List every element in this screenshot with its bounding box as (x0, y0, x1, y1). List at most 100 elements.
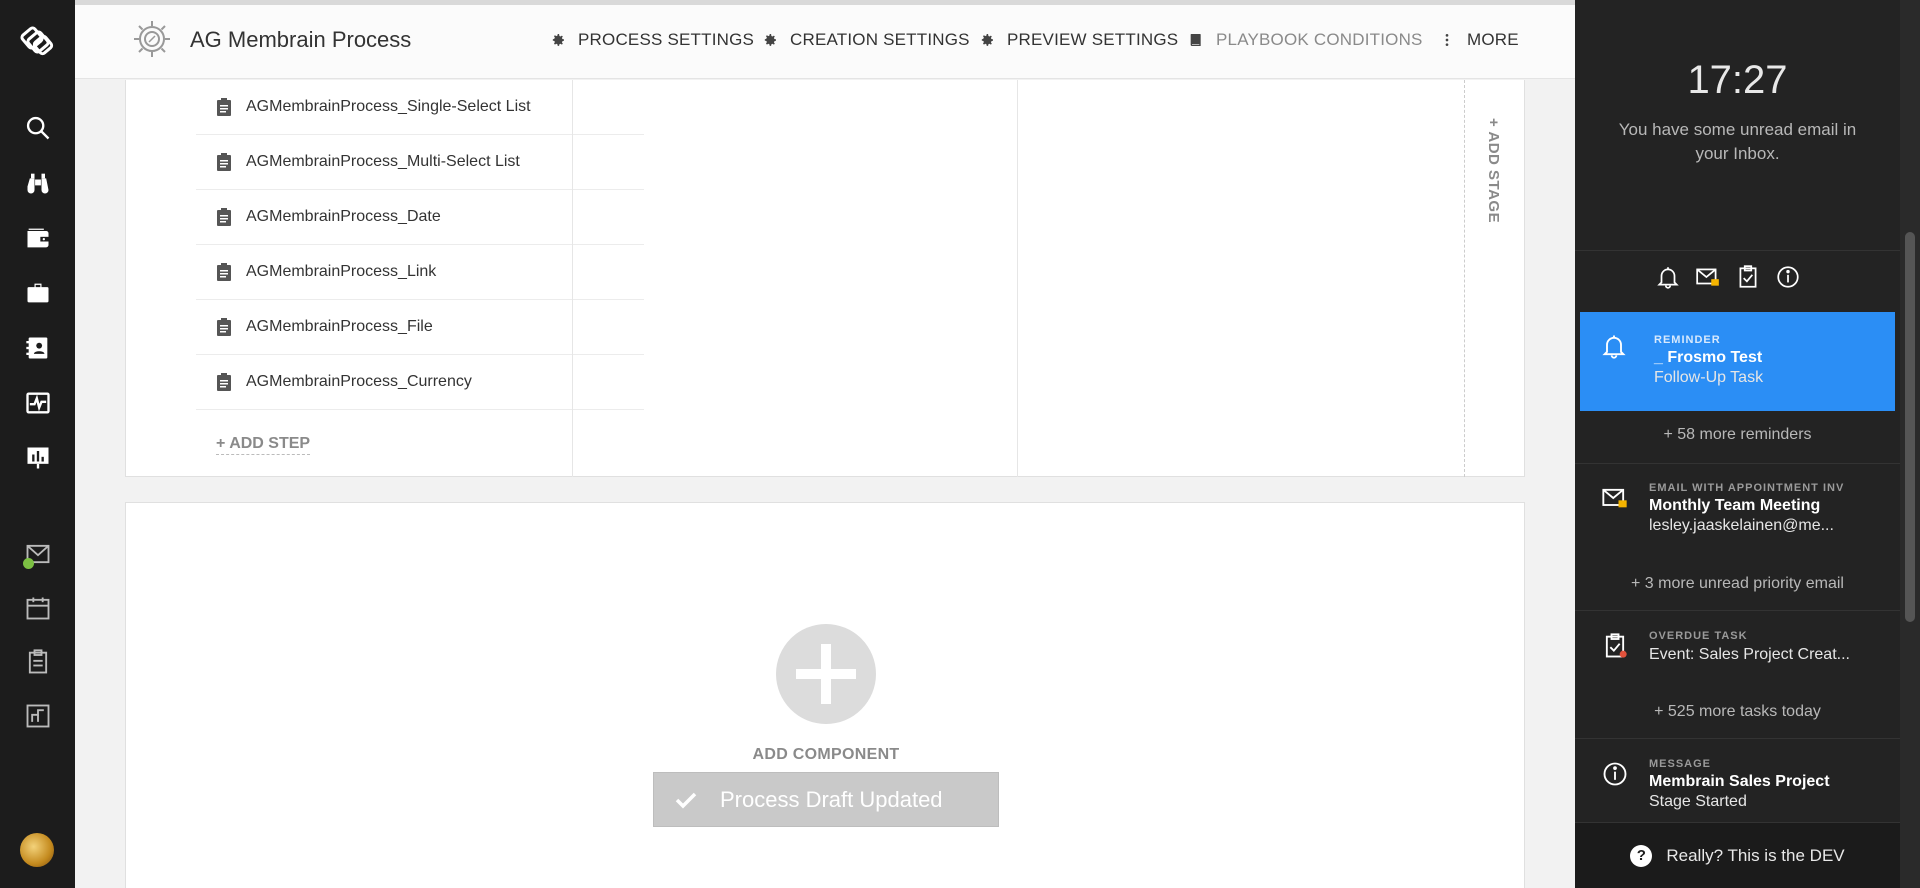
book-icon (1190, 34, 1201, 46)
user-avatar[interactable] (20, 833, 54, 867)
wallet-icon[interactable] (22, 222, 54, 254)
task-notification[interactable]: OVERDUE TASK Event: Sales Project Creat.… (1575, 614, 1900, 704)
more-email-link[interactable]: + 3 more unread priority email (1575, 575, 1900, 593)
process-settings-label: PROCESS SETTINGS (578, 30, 755, 49)
email-notification[interactable]: EMAIL WITH APPOINTMENT INV Monthly Team … (1575, 466, 1900, 556)
clipboard-icon[interactable] (22, 646, 54, 678)
divider (1575, 610, 1900, 611)
task-text: OVERDUE TASK Event: Sales Project Creat.… (1649, 630, 1850, 664)
dashboard-icon[interactable] (22, 700, 54, 732)
playbook-conditions-menu[interactable]: PLAYBOOK CONDITIONS (1188, 30, 1423, 50)
message-text: MESSAGE Membrain Sales Project Stage Sta… (1649, 758, 1830, 811)
left-navigation (0, 0, 75, 888)
reminder-notification[interactable]: REMINDER _ Frosmo Test Follow-Up Task (1580, 312, 1895, 411)
notification-panel: 17:27 You have some unread email in your… (1575, 0, 1920, 888)
task-clipboard-icon[interactable] (1735, 264, 1761, 290)
online-status-dot (23, 558, 34, 569)
divider (1575, 738, 1900, 739)
clipboard-doc-icon (217, 208, 231, 226)
process-stages-board: AGMembrainProcess_Single-Select List AGM… (125, 80, 1525, 477)
preview-settings-label: PREVIEW SETTINGS (1007, 30, 1179, 49)
more-menu[interactable]: MORE (1439, 30, 1519, 50)
step-item[interactable]: AGMembrainProcess_File (196, 300, 644, 355)
toast-message: Process Draft Updated (720, 786, 943, 812)
inbox-message: You have some unread email in your Inbox… (1618, 120, 1857, 163)
step-label: AGMembrainProcess_Multi-Select List (246, 153, 520, 170)
message-title: Membrain Sales Project (1649, 773, 1830, 790)
reminder-type: REMINDER (1654, 334, 1721, 346)
step-item[interactable]: AGMembrainProcess_Link (196, 245, 644, 300)
scrollbar-thumb[interactable] (1905, 232, 1915, 622)
message-type: MESSAGE (1649, 758, 1712, 770)
divider (1575, 250, 1900, 251)
message-notification[interactable]: MESSAGE Membrain Sales Project Stage Sta… (1575, 742, 1900, 832)
task-type: OVERDUE TASK (1649, 630, 1748, 642)
reminder-title: _ Frosmo Test (1654, 349, 1763, 366)
step-item[interactable]: AGMembrainProcess_Single-Select List (196, 80, 644, 135)
priority-mail-icon[interactable] (1695, 264, 1721, 290)
contacts-book-icon[interactable] (22, 332, 54, 364)
playbook-conditions-label: PLAYBOOK CONDITIONS (1216, 30, 1423, 49)
bell-icon[interactable] (1655, 264, 1681, 290)
clipboard-doc-icon (217, 373, 231, 391)
creation-settings-menu[interactable]: CREATION SETTINGS (762, 30, 970, 50)
info-icon[interactable] (1775, 264, 1801, 290)
priority-mail-icon (1601, 484, 1629, 512)
component-area: ADD COMPONENT (125, 502, 1525, 888)
step-item[interactable]: AGMembrainProcess_Currency (196, 355, 644, 410)
step-item[interactable]: AGMembrainProcess_Date (196, 190, 644, 245)
overdue-task-icon (1601, 632, 1629, 660)
step-label: AGMembrainProcess_Date (246, 208, 441, 225)
add-stage-button[interactable]: + ADD STAGE (1464, 80, 1524, 477)
page-title: AG Membrain Process (190, 27, 412, 52)
binoculars-icon[interactable] (22, 167, 54, 199)
email-type: EMAIL WITH APPOINTMENT INV (1649, 482, 1845, 494)
step-label: AGMembrainProcess_Single-Select List (246, 98, 531, 115)
clipboard-doc-icon (217, 98, 231, 116)
email-text: EMAIL WITH APPOINTMENT INV Monthly Team … (1649, 482, 1844, 535)
gear-icon (764, 34, 776, 46)
step-label: AGMembrainProcess_Currency (246, 373, 472, 390)
more-label: MORE (1467, 30, 1519, 49)
preview-settings-menu[interactable]: PREVIEW SETTINGS (979, 30, 1178, 50)
membrain-logo-icon[interactable] (18, 20, 58, 60)
add-component-plus-icon[interactable] (776, 624, 876, 724)
message-subtitle: Stage Started (1649, 793, 1747, 810)
steps-list: AGMembrainProcess_Single-Select List AGM… (196, 80, 644, 410)
creation-settings-label: CREATION SETTINGS (790, 30, 970, 49)
panel-footer[interactable]: ? Really? This is the DEV (1575, 822, 1900, 888)
clipboard-doc-icon (217, 153, 231, 171)
step-label: AGMembrainProcess_File (246, 318, 433, 335)
top-bar: AG Membrain Process PROCESS SETTINGS CRE… (75, 5, 1575, 79)
info-icon (1601, 760, 1629, 788)
checkmark-icon (675, 792, 697, 808)
briefcase-icon[interactable] (22, 277, 54, 309)
kebab-icon (1445, 34, 1449, 46)
search-icon[interactable] (22, 112, 54, 144)
more-tasks-link[interactable]: + 525 more tasks today (1575, 703, 1900, 721)
task-subtitle: Event: Sales Project Creat... (1649, 646, 1850, 663)
step-label: AGMembrainProcess_Link (246, 263, 437, 280)
stage-column-divider (572, 80, 573, 477)
reminder-subtitle: Follow-Up Task (1654, 369, 1764, 386)
divider (1575, 463, 1900, 464)
help-question-icon: ? (1630, 844, 1653, 867)
clipboard-doc-icon (217, 318, 231, 336)
panel-scrollbar[interactable] (1900, 0, 1920, 888)
email-title: Monthly Team Meeting (1649, 497, 1821, 514)
activity-monitor-icon[interactable] (22, 387, 54, 419)
add-stage-label: + ADD STAGE (1485, 118, 1502, 224)
presentation-chart-icon[interactable] (22, 442, 54, 474)
process-settings-menu[interactable]: PROCESS SETTINGS (550, 30, 754, 50)
calendar-icon[interactable] (22, 592, 54, 624)
add-component-label[interactable]: ADD COMPONENT (726, 746, 926, 764)
step-item[interactable]: AGMembrainProcess_Multi-Select List (196, 135, 644, 190)
clock-time: 17:27 (1687, 58, 1788, 102)
clipboard-doc-icon (217, 263, 231, 281)
gear-icon (552, 34, 564, 46)
process-gear-icon (130, 17, 174, 61)
gear-icon (981, 34, 993, 46)
stage-column-divider (1017, 80, 1018, 477)
more-reminders-link[interactable]: + 58 more reminders (1575, 426, 1900, 444)
add-step-button[interactable]: + ADD STEP (216, 435, 311, 455)
